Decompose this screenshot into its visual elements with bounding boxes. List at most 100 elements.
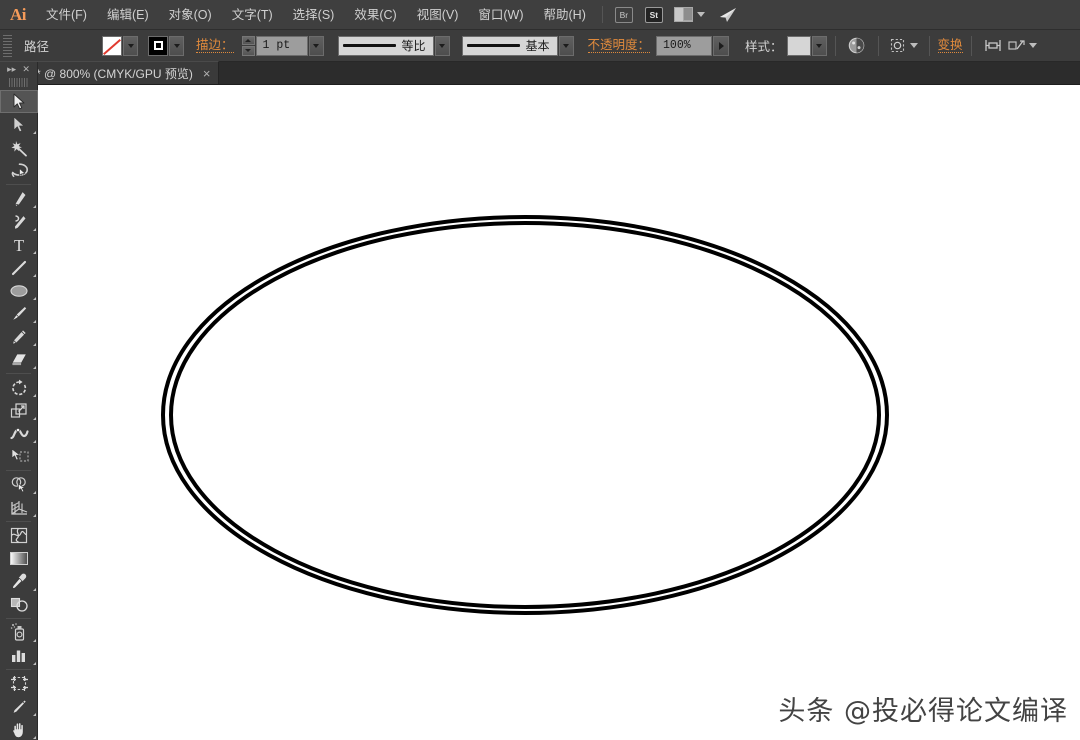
tool-type[interactable]: T bbox=[0, 233, 38, 256]
line-segment-icon bbox=[11, 260, 27, 275]
eraser-icon bbox=[11, 353, 27, 366]
ellipse-shape-icon bbox=[10, 284, 28, 297]
menu-select[interactable]: 选择(S) bbox=[283, 0, 345, 30]
symbol-sprayer-icon bbox=[10, 623, 24, 641]
menu-effect[interactable]: 效果(C) bbox=[344, 0, 406, 30]
tool-direct-selection[interactable] bbox=[0, 113, 38, 136]
recolor-artwork-button[interactable] bbox=[844, 34, 870, 58]
direct-selection-arrow-icon bbox=[13, 116, 25, 133]
free-transform-icon bbox=[11, 448, 28, 462]
stroke-panel-link[interactable]: 描边： bbox=[196, 38, 234, 54]
control-divider-1 bbox=[834, 35, 836, 56]
mesh-icon bbox=[10, 527, 28, 544]
stroke-weight-control[interactable]: 1 pt bbox=[241, 35, 324, 56]
recolor-artwork-icon bbox=[848, 37, 865, 54]
stroke-swatch-black-icon[interactable] bbox=[148, 35, 168, 56]
tools-divider-5 bbox=[6, 618, 31, 619]
opacity-control[interactable]: 100% bbox=[656, 35, 730, 56]
tool-column-graph[interactable] bbox=[0, 644, 38, 667]
bridge-button[interactable]: Br bbox=[611, 0, 637, 30]
stepper-up-button[interactable] bbox=[241, 35, 255, 45]
tool-scale[interactable] bbox=[0, 399, 38, 422]
tool-pencil[interactable] bbox=[0, 325, 38, 348]
tools-panel-grip[interactable] bbox=[9, 78, 28, 87]
fill-dropdown-button[interactable] bbox=[123, 35, 138, 56]
opacity-flyout-button[interactable] bbox=[713, 35, 730, 56]
graphic-style-dropdown-button[interactable] bbox=[811, 35, 827, 56]
tool-gradient[interactable] bbox=[0, 547, 38, 570]
tool-shape-builder[interactable] bbox=[0, 473, 38, 496]
artboard-canvas[interactable]: 头条 @投必得论文编译 bbox=[38, 85, 1080, 740]
perspective-grid-icon bbox=[10, 501, 27, 515]
menu-type[interactable]: 文字(T) bbox=[222, 0, 283, 30]
tool-lasso[interactable] bbox=[0, 159, 38, 182]
isolate-object-button[interactable] bbox=[1006, 34, 1040, 58]
tool-blend[interactable] bbox=[0, 593, 38, 616]
tool-eyedropper[interactable] bbox=[0, 570, 38, 593]
menubar-divider bbox=[601, 6, 603, 23]
close-icon[interactable]: × bbox=[203, 67, 211, 80]
outer-ellipse-path[interactable] bbox=[161, 215, 889, 615]
tool-hand[interactable] bbox=[0, 718, 38, 740]
tool-slice[interactable] bbox=[0, 695, 38, 718]
control-bar: 路径 描边： 1 pt 等比 基本 不透明度： 100% 样式： 变换 bbox=[0, 30, 1080, 62]
menu-file[interactable]: 文件(F) bbox=[36, 0, 97, 30]
opacity-panel-link[interactable]: 不透明度： bbox=[587, 38, 651, 54]
tool-mesh[interactable] bbox=[0, 524, 38, 547]
tool-paintbrush[interactable] bbox=[0, 302, 38, 325]
rotate-icon bbox=[12, 379, 27, 395]
stroke-dropdown-button[interactable] bbox=[169, 35, 184, 56]
tools-divider-6 bbox=[6, 669, 31, 670]
share-button[interactable] bbox=[713, 0, 743, 30]
select-similar-button[interactable] bbox=[887, 34, 921, 58]
tool-magic-wand[interactable] bbox=[0, 136, 38, 159]
menu-edit[interactable]: 编辑(E) bbox=[97, 0, 159, 30]
opacity-input[interactable]: 100% bbox=[656, 35, 713, 56]
brush-definition-dropdown-button[interactable] bbox=[558, 35, 574, 56]
tool-free-transform[interactable] bbox=[0, 445, 38, 468]
menu-help[interactable]: 帮助(H) bbox=[534, 0, 596, 30]
transform-panel-link[interactable]: 变换 bbox=[937, 38, 963, 54]
brush-definition-display[interactable]: 基本 bbox=[461, 35, 558, 56]
tool-selection[interactable] bbox=[0, 90, 38, 113]
tool-pen[interactable] bbox=[0, 187, 38, 210]
tool-width[interactable] bbox=[0, 422, 38, 445]
menu-object[interactable]: 对象(O) bbox=[159, 0, 222, 30]
tool-line-segment[interactable] bbox=[0, 256, 38, 279]
brush-definition-control[interactable]: 基本 bbox=[461, 35, 574, 56]
blend-icon bbox=[10, 597, 28, 612]
stroke-weight-input[interactable]: 1 pt bbox=[255, 35, 308, 56]
graphic-style-control[interactable] bbox=[786, 35, 827, 56]
stroke-profile-control[interactable]: 等比 bbox=[337, 35, 450, 56]
scale-icon bbox=[10, 402, 27, 418]
shape-builder-icon bbox=[11, 477, 26, 493]
tool-curvature[interactable] bbox=[0, 210, 38, 233]
expand-panel-icon[interactable]: ▸▸ bbox=[7, 65, 16, 74]
tool-symbol-sprayer[interactable] bbox=[0, 621, 38, 644]
control-bar-grip[interactable] bbox=[3, 34, 12, 57]
stroke-profile-dropdown-button[interactable] bbox=[434, 35, 450, 56]
tool-rotate[interactable] bbox=[0, 376, 38, 399]
chevron-down-icon bbox=[1029, 43, 1038, 48]
tool-artboard[interactable] bbox=[0, 672, 38, 695]
menu-window[interactable]: 窗口(W) bbox=[468, 0, 533, 30]
menu-view[interactable]: 视图(V) bbox=[407, 0, 469, 30]
close-panel-icon[interactable]: ✕ bbox=[22, 65, 30, 74]
fill-swatch-none-icon[interactable] bbox=[102, 35, 122, 56]
tool-eraser[interactable] bbox=[0, 348, 38, 371]
stroke-color-control[interactable] bbox=[148, 35, 184, 56]
fill-color-control[interactable] bbox=[102, 35, 138, 56]
stock-button[interactable]: St bbox=[641, 0, 667, 30]
stroke-profile-display[interactable]: 等比 bbox=[337, 35, 434, 56]
tool-ellipse[interactable] bbox=[0, 279, 38, 302]
workspace-switcher-button[interactable] bbox=[671, 0, 709, 30]
stroke-weight-stepper[interactable] bbox=[241, 35, 255, 56]
artwork-ellipses[interactable] bbox=[38, 85, 1080, 740]
graphic-style-swatch[interactable] bbox=[786, 35, 811, 56]
inner-ellipse-path[interactable] bbox=[169, 221, 881, 609]
tool-perspective-grid[interactable] bbox=[0, 496, 38, 519]
align-button[interactable] bbox=[980, 34, 1006, 58]
control-divider-4 bbox=[970, 35, 972, 56]
stroke-weight-dropdown-button[interactable] bbox=[308, 35, 324, 56]
stepper-down-button[interactable] bbox=[241, 46, 255, 56]
